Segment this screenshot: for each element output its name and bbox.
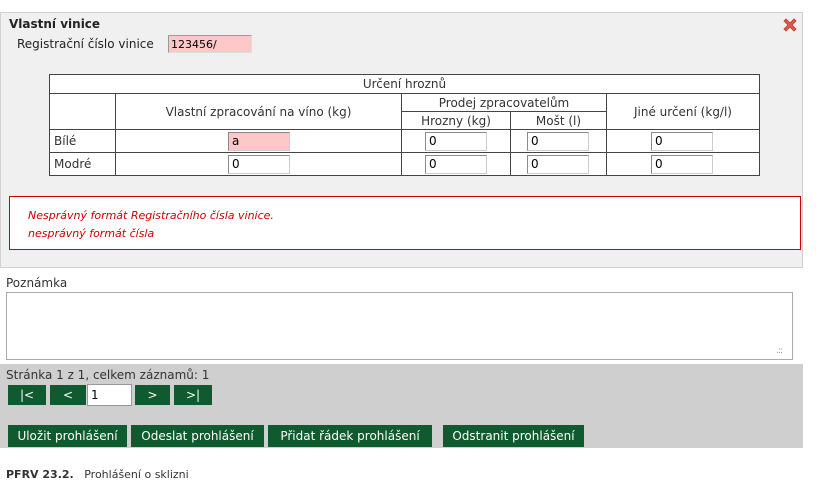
- prev-page-button[interactable]: <: [50, 385, 86, 405]
- other-cell: [606, 152, 760, 176]
- reg-number-label: Registrační číslo vinice: [17, 37, 154, 51]
- row-label-header: [49, 93, 116, 130]
- pager-bar: Stránka 1 z 1, celkem záznamů: 1 |< < > …: [0, 364, 803, 448]
- must-header: Mošt (l): [510, 111, 607, 130]
- row-label: Modré: [49, 152, 116, 176]
- own-cell: [115, 152, 402, 176]
- other-use-header: Jiné určení (kg/l): [606, 93, 760, 130]
- other-input[interactable]: [651, 154, 713, 174]
- other-cell: [606, 129, 760, 153]
- own-input[interactable]: [228, 131, 290, 151]
- grapes-input[interactable]: [425, 154, 487, 174]
- must-input[interactable]: [527, 131, 589, 151]
- own-cell: [115, 129, 402, 153]
- grapes-header: Hrozny (kg): [401, 111, 511, 130]
- sale-header: Prodej zpracovatelům: [401, 93, 607, 112]
- must-cell: [510, 152, 607, 176]
- note-textarea[interactable]: [6, 292, 793, 360]
- send-declaration-button[interactable]: Odeslat prohlášení: [131, 425, 264, 447]
- note-label: Poznámka: [6, 276, 68, 290]
- page-number-input[interactable]: [87, 384, 132, 406]
- own-input[interactable]: [228, 154, 290, 174]
- first-page-button[interactable]: |<: [8, 385, 46, 405]
- grapes-cell: [401, 152, 511, 176]
- close-icon[interactable]: [781, 16, 799, 34]
- error-message: Nesprávný formát Registračního čísla vin…: [28, 209, 274, 222]
- page-footer: PFRV 23.2. Prohlášení o sklizni: [6, 468, 189, 481]
- own-processing-header: Vlastní zpracování na víno (kg): [115, 93, 402, 130]
- must-cell: [510, 129, 607, 153]
- table-main-header: Určení hroznů: [49, 74, 760, 94]
- grape-usage-table: Určení hroznů Vlastní zpracování na víno…: [49, 74, 760, 176]
- add-row-button[interactable]: Přidat řádek prohlášení: [268, 425, 432, 447]
- save-declaration-button[interactable]: Uložit prohlášení: [8, 425, 127, 447]
- vineyard-panel: Vlastní vinice Registrační číslo vinice …: [0, 12, 803, 268]
- table-row: Bílé: [49, 129, 760, 153]
- last-page-button[interactable]: >|: [174, 385, 212, 405]
- other-input[interactable]: [651, 131, 713, 151]
- row-label: Bílé: [49, 129, 116, 153]
- footer-code: PFRV 23.2.: [6, 468, 74, 481]
- must-input[interactable]: [527, 154, 589, 174]
- footer-title: Prohlášení o sklizni: [84, 468, 189, 481]
- next-page-button[interactable]: >: [135, 385, 170, 405]
- error-message: nesprávný formát čísla: [28, 227, 155, 240]
- grapes-input[interactable]: [425, 131, 487, 151]
- grapes-cell: [401, 129, 511, 153]
- pager-info: Stránka 1 z 1, celkem záznamů: 1: [6, 368, 210, 382]
- resize-grip-icon[interactable]: .::: [776, 346, 783, 356]
- table-row: Modré: [49, 152, 760, 176]
- top-strip: [0, 0, 816, 12]
- panel-title: Vlastní vinice: [9, 17, 101, 31]
- remove-declaration-button[interactable]: Odstranit prohlášení: [443, 425, 584, 447]
- error-box: Nesprávný formát Registračního čísla vin…: [9, 196, 801, 250]
- reg-number-input[interactable]: [168, 35, 252, 53]
